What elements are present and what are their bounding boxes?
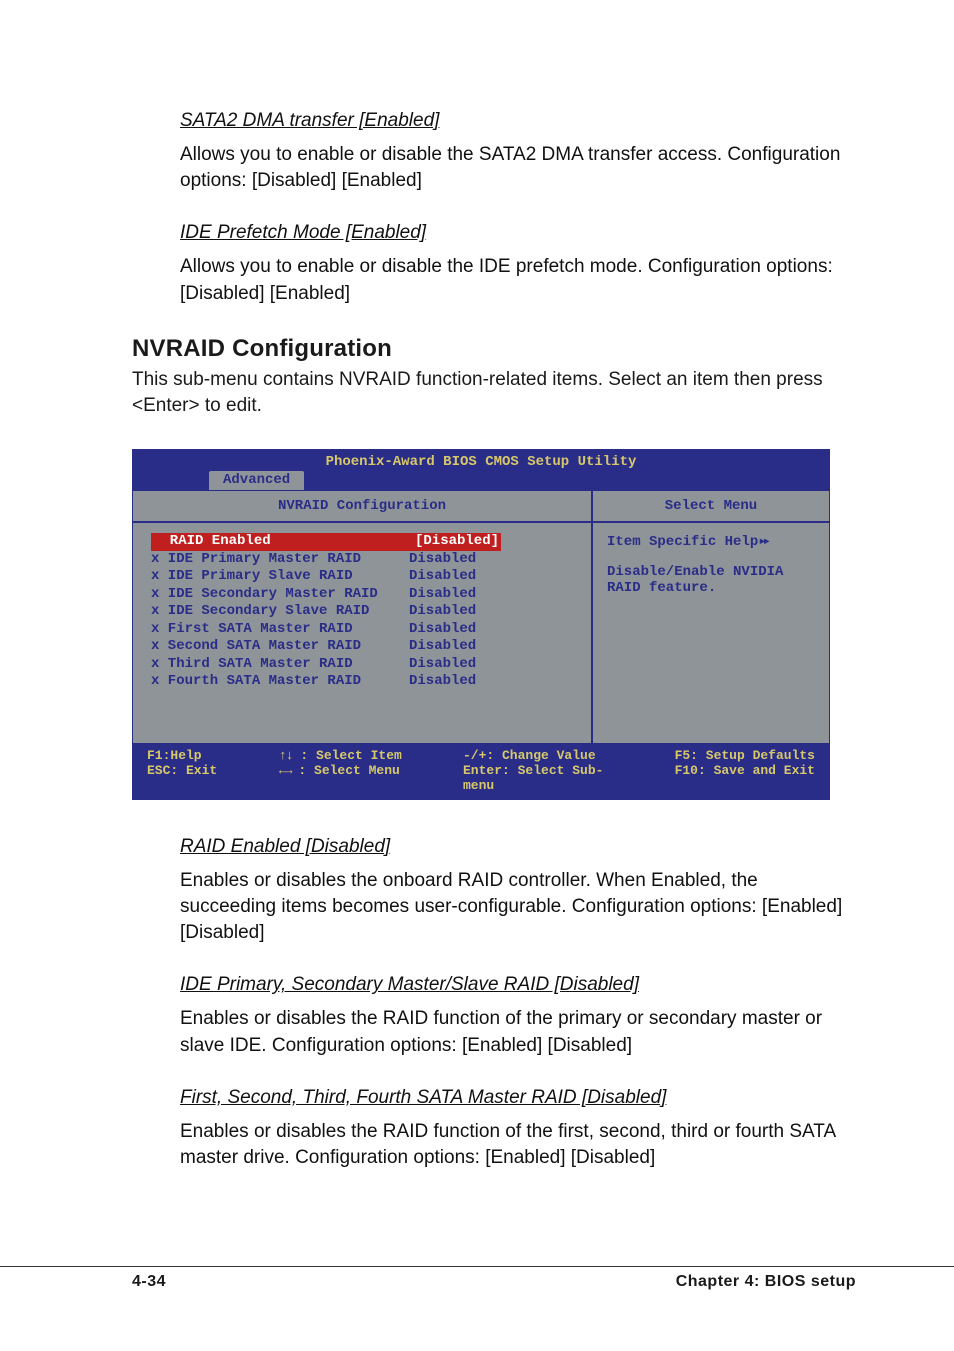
option-heading: IDE Prefetch Mode [Enabled] <box>180 222 856 244</box>
right-arrows-icon: ▸▸ <box>758 534 767 550</box>
bios-row-label: x IDE Secondary Master RAID <box>151 586 409 604</box>
bios-row[interactable]: x IDE Secondary Master RAIDDisabled <box>151 586 581 604</box>
page-footer: 4-34 Chapter 4: BIOS setup <box>0 1266 954 1291</box>
bios-row-value: Disabled <box>409 656 476 674</box>
bios-row[interactable]: x Third SATA Master RAIDDisabled <box>151 656 581 674</box>
bios-box: Phoenix-Award BIOS CMOS Setup Utility Ad… <box>132 449 830 800</box>
option-heading: SATA2 DMA transfer [Enabled] <box>180 110 856 132</box>
bios-footer: F1:Help ↑↓ : Select Item -/+: Change Val… <box>132 743 830 800</box>
bios-left-pane: NVRAID Configuration RAID Enabled[Disabl… <box>133 491 593 743</box>
option-heading: First, Second, Third, Fourth SATA Master… <box>180 1087 856 1109</box>
option-body: Enables or disables the onboard RAID con… <box>180 868 856 947</box>
bios-row-value: Disabled <box>409 568 476 586</box>
bios-row[interactable]: x IDE Primary Slave RAIDDisabled <box>151 568 581 586</box>
bios-title: Phoenix-Award BIOS CMOS Setup Utility <box>133 450 829 472</box>
footer-cell: Enter: Select Sub-menu <box>439 763 615 793</box>
footer-cell: F5: Setup Defaults <box>615 748 815 763</box>
option-heading: RAID Enabled [Disabled] <box>180 836 856 858</box>
bios-row-value: Disabled <box>409 551 476 569</box>
spacer <box>607 550 819 564</box>
bios-row-value: Disabled <box>409 673 476 691</box>
option-block-raid-enabled: RAID Enabled [Disabled] Enables or disab… <box>180 836 856 947</box>
bios-left-title: NVRAID Configuration <box>133 491 591 523</box>
footer-text: : Select Item <box>300 748 401 763</box>
bios-row-label: x First SATA Master RAID <box>151 621 409 639</box>
footer-cell: ESC: Exit <box>147 763 279 793</box>
option-body: Enables or disables the RAID function of… <box>180 1006 856 1058</box>
option-body: Allows you to enable or disable the SATA… <box>180 142 856 194</box>
bios-help-heading: Item Specific Help▸▸ <box>607 533 819 550</box>
page-number: 4-34 <box>132 1273 166 1291</box>
option-block-ide-prefetch: IDE Prefetch Mode [Enabled] Allows you t… <box>180 222 856 306</box>
bios-row-label: x IDE Primary Master RAID <box>151 551 409 569</box>
bios-row-label: x IDE Primary Slave RAID <box>151 568 409 586</box>
bios-row-label: x Fourth SATA Master RAID <box>151 673 409 691</box>
bios-rows: RAID Enabled[Disabled]x IDE Primary Mast… <box>133 523 591 743</box>
bios-help-line: Disable/Enable NVIDIA <box>607 564 819 580</box>
bios-row-label: x Third SATA Master RAID <box>151 656 409 674</box>
option-body: Allows you to enable or disable the IDE … <box>180 254 856 306</box>
option-body: Enables or disables the RAID function of… <box>180 1119 856 1171</box>
bios-tab-row: Advanced <box>133 472 829 490</box>
bios-tab-advanced[interactable]: Advanced <box>209 471 304 490</box>
section-intro: This sub-menu contains NVRAID function-r… <box>132 367 856 419</box>
bios-row-label: RAID Enabled <box>151 533 413 551</box>
section-heading-nvraid: NVRAID Configuration <box>132 335 856 363</box>
footer-cell: F10: Save and Exit <box>615 763 815 793</box>
bios-row[interactable]: x Second SATA Master RAIDDisabled <box>151 638 581 656</box>
leftright-icon: ←→ <box>279 763 291 778</box>
bios-row-label: x IDE Secondary Slave RAID <box>151 603 409 621</box>
bios-row[interactable]: x IDE Primary Master RAIDDisabled <box>151 551 581 569</box>
footer-text: : Select Menu <box>298 763 399 778</box>
bios-row[interactable]: x Fourth SATA Master RAIDDisabled <box>151 673 581 691</box>
bios-row-value: Disabled <box>409 638 476 656</box>
bios-right-pane: Select Menu Item Specific Help▸▸ Disable… <box>593 491 829 743</box>
bios-row[interactable]: x IDE Secondary Slave RAIDDisabled <box>151 603 581 621</box>
bios-header: Phoenix-Award BIOS CMOS Setup Utility Ad… <box>132 449 830 491</box>
bios-row[interactable]: x First SATA Master RAIDDisabled <box>151 621 581 639</box>
bios-row-value: Disabled <box>409 586 476 604</box>
bios-right-title: Select Menu <box>593 491 829 523</box>
option-heading: IDE Primary, Secondary Master/Slave RAID… <box>180 974 856 996</box>
footer-cell: -/+: Change Value <box>439 748 615 763</box>
bios-help-line: RAID feature. <box>607 580 819 596</box>
option-block-sata-raid: First, Second, Third, Fourth SATA Master… <box>180 1087 856 1171</box>
bios-row-value: Disabled <box>409 621 476 639</box>
bios-row-label: x Second SATA Master RAID <box>151 638 409 656</box>
footer-cell: ←→ : Select Menu <box>279 763 439 793</box>
chapter-title: Chapter 4: BIOS setup <box>676 1273 856 1291</box>
bios-row[interactable]: RAID Enabled[Disabled] <box>151 533 581 551</box>
updown-icon: ↑↓ <box>279 748 293 763</box>
bios-help-heading-text: Item Specific Help <box>607 534 758 550</box>
footer-cell: ↑↓ : Select Item <box>279 748 439 763</box>
bios-row-value: [Disabled] <box>413 533 501 551</box>
bios-row-value: Disabled <box>409 603 476 621</box>
bios-help: Item Specific Help▸▸ Disable/Enable NVID… <box>593 523 829 606</box>
option-block-ide-raid: IDE Primary, Secondary Master/Slave RAID… <box>180 974 856 1058</box>
option-block-sata2: SATA2 DMA transfer [Enabled] Allows you … <box>180 110 856 194</box>
footer-cell: F1:Help <box>147 748 279 763</box>
bios-body: NVRAID Configuration RAID Enabled[Disabl… <box>132 491 830 743</box>
page: SATA2 DMA transfer [Enabled] Allows you … <box>0 0 954 1351</box>
